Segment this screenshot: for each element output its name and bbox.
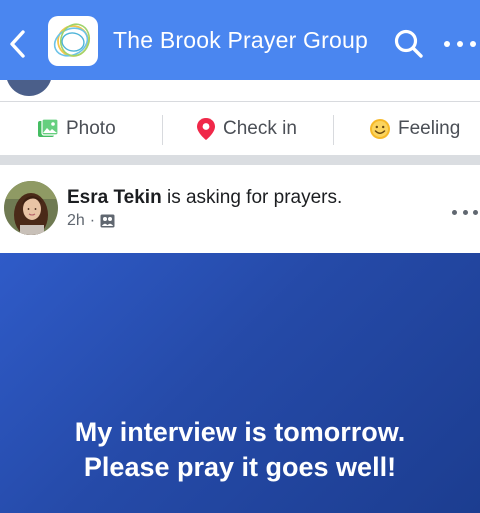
chevron-left-icon: [10, 30, 25, 58]
check-in-label: Check in: [223, 118, 297, 139]
more-dot-icon: [457, 41, 463, 47]
more-dot-icon: [452, 209, 457, 215]
group-title[interactable]: The Brook Prayer Group: [113, 27, 368, 54]
composer-top-partial: [0, 80, 480, 102]
more-dot-icon: [473, 209, 478, 215]
search-icon: [394, 29, 423, 58]
prayer-request-text: My interview is tomorrow. Please pray it…: [0, 415, 480, 485]
prayer-line: Please pray it goes well!: [83, 452, 397, 482]
group-logo[interactable]: [48, 16, 98, 66]
divider: [162, 115, 163, 145]
search-button[interactable]: [393, 28, 425, 60]
prayer-request-card[interactable]: My interview is tomorrow. Please pray it…: [0, 253, 480, 513]
prayer-line: My interview is tomorrow.: [74, 417, 406, 447]
post-action-text: is asking for prayers.: [161, 187, 343, 208]
location-pin-icon: [197, 118, 215, 140]
smiley-icon: [370, 119, 390, 139]
post-meta: 2h ·: [67, 212, 115, 230]
photo-label: Photo: [66, 118, 116, 139]
post-header: Esra Tekin is asking for prayers. 2h ·: [0, 165, 480, 253]
section-divider: [0, 155, 480, 165]
more-dot-icon: [470, 41, 476, 47]
more-dot-icon: [462, 209, 468, 215]
meta-separator: ·: [89, 212, 96, 229]
more-dot-icon: [444, 41, 450, 47]
group-logo-image: [53, 23, 91, 57]
more-options-button[interactable]: [444, 33, 476, 55]
post-headline: Esra Tekin is asking for prayers.: [67, 187, 342, 209]
author-name[interactable]: Esra Tekin: [67, 187, 162, 208]
post-options-button[interactable]: [452, 207, 478, 217]
app-header: The Brook Prayer Group: [0, 0, 480, 80]
post-timestamp[interactable]: 2h: [67, 212, 85, 230]
author-avatar[interactable]: [4, 181, 58, 235]
divider: [333, 115, 334, 145]
photo-icon: [38, 118, 59, 137]
check-in-button[interactable]: Check in: [196, 103, 297, 155]
composer-action-bar: Photo Check in Feeling: [0, 103, 480, 155]
feeling-button[interactable]: Feeling: [369, 103, 460, 155]
feeling-label: Feeling: [398, 118, 461, 139]
group-audience-icon: [100, 214, 115, 228]
photo-button[interactable]: Photo: [37, 103, 116, 155]
back-button[interactable]: [4, 24, 30, 64]
author-photo: [4, 181, 58, 235]
user-avatar[interactable]: [6, 80, 52, 96]
